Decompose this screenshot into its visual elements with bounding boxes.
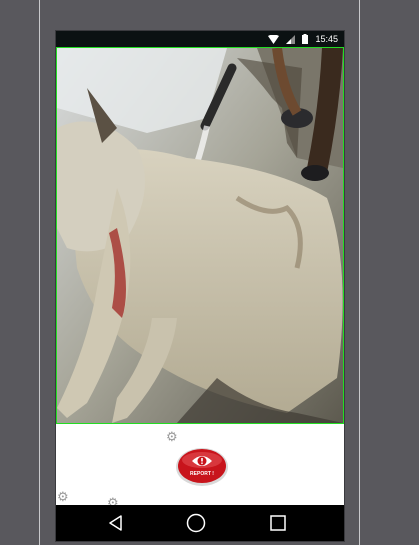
phone-screen: 15:45 ⚙ ⚙ ⚙ REPORT ! (55, 30, 345, 542)
photo-image[interactable] (56, 47, 344, 424)
gear-icon: ⚙ (57, 489, 69, 504)
recents-icon (270, 515, 286, 531)
back-icon (109, 515, 122, 531)
right-guide-line (359, 0, 360, 545)
photo-graphic (57, 48, 343, 423)
back-button[interactable] (86, 505, 146, 541)
recents-button[interactable] (248, 505, 308, 541)
report-area: ⚙ ⚙ ⚙ REPORT ! (56, 424, 344, 509)
battery-icon (302, 34, 309, 44)
home-button[interactable] (166, 505, 226, 541)
left-guide-line (39, 0, 40, 545)
clock-text: 15:45 (315, 34, 338, 44)
home-icon (186, 513, 206, 533)
wifi-icon (268, 34, 280, 44)
status-bar: 15:45 (56, 31, 344, 47)
navigation-bar (56, 505, 344, 541)
eye-alert-icon (176, 448, 228, 486)
report-button[interactable]: REPORT ! (176, 446, 228, 486)
report-button-label: REPORT ! (190, 471, 214, 477)
signal-icon (286, 34, 296, 44)
gear-icon: ⚙ (166, 429, 178, 444)
